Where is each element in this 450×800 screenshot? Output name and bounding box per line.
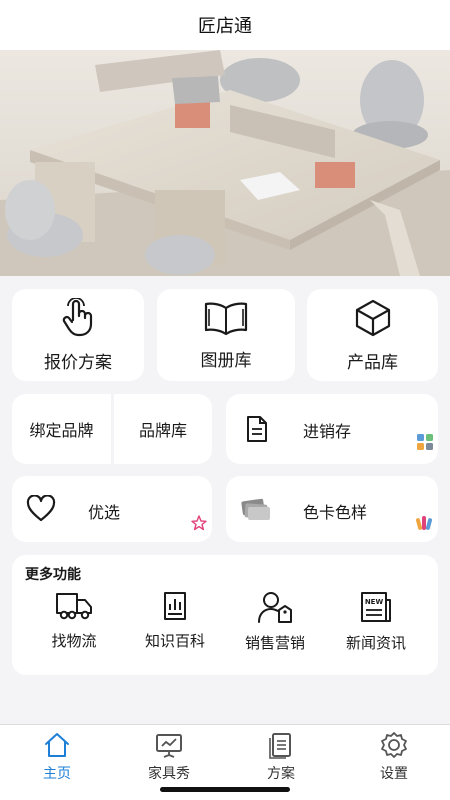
function-label: 知识百科 — [144, 632, 205, 650]
inventory-card[interactable]: 进销存 — [226, 394, 438, 464]
catalog-tile[interactable]: 图册库 — [157, 289, 295, 381]
bind-brand-label: 绑定品牌 — [29, 421, 94, 440]
grid-badge-icon — [417, 434, 433, 450]
brand-card: 绑定品牌 品牌库 — [12, 394, 212, 464]
favorites-label: 优选 — [88, 503, 121, 522]
heart-icon — [26, 495, 56, 522]
color-card-label: 色卡色样 — [303, 503, 368, 522]
function-label: 新闻资讯 — [345, 634, 406, 652]
tab-label: 主页 — [43, 766, 71, 782]
open-book-icon — [204, 302, 248, 335]
newspaper-icon: NEW — [361, 592, 391, 622]
knowledge-button[interactable]: 知识百科 — [130, 590, 220, 651]
document-icon — [247, 416, 267, 442]
user-tag-icon — [258, 592, 292, 623]
quote-plan-tile[interactable]: 报价方案 — [12, 289, 144, 381]
tab-home[interactable]: 主页 — [17, 731, 97, 783]
bind-brand-button[interactable]: 绑定品牌 — [12, 394, 111, 464]
tab-furniture-show[interactable]: 家具秀 — [129, 731, 209, 783]
sales-marketing-button[interactable]: 销售营销 — [230, 590, 320, 653]
home-indicator — [160, 787, 290, 792]
settings-icon — [381, 732, 407, 758]
product-library-tile[interactable]: 产品库 — [307, 289, 438, 381]
palette-badge-icon — [416, 516, 432, 530]
favorites-card[interactable]: 优选 — [12, 476, 212, 542]
tab-plans[interactable]: 方案 — [241, 731, 321, 783]
news-badge-text: NEW — [365, 598, 384, 606]
home-icon — [45, 733, 69, 757]
tile-label: 报价方案 — [44, 352, 112, 373]
function-label: 销售营销 — [244, 634, 305, 652]
tab-label: 设置 — [380, 766, 408, 782]
tile-label: 图册库 — [200, 350, 252, 371]
brand-library-label: 品牌库 — [138, 421, 187, 440]
presentation-icon — [156, 734, 182, 758]
brand-library-button[interactable]: 品牌库 — [114, 394, 212, 464]
hand-tap-icon — [62, 297, 93, 336]
inventory-label: 进销存 — [303, 422, 352, 441]
tab-label: 家具秀 — [148, 766, 190, 782]
function-label: 找物流 — [51, 632, 97, 650]
tile-label: 产品库 — [347, 352, 398, 373]
color-card-card[interactable]: 色卡色样 — [226, 476, 438, 542]
logistics-button[interactable]: 找物流 — [29, 590, 119, 651]
tab-label: 方案 — [267, 766, 295, 782]
banner-image — [0, 50, 450, 276]
news-button[interactable]: NEW 新闻资讯 — [331, 590, 421, 653]
star-badge-icon — [191, 515, 207, 531]
page-title: 匠店通 — [198, 16, 252, 37]
app-header: 匠店通 — [0, 0, 450, 50]
color-swatch-icon — [241, 498, 270, 520]
more-functions-title: 更多功能 — [25, 567, 81, 583]
tab-settings[interactable]: 设置 — [354, 731, 434, 783]
truck-icon — [56, 593, 92, 620]
cube-icon — [355, 299, 390, 336]
banner-carousel[interactable] — [0, 50, 450, 276]
documents-icon — [269, 733, 291, 759]
chart-book-icon — [164, 592, 186, 620]
